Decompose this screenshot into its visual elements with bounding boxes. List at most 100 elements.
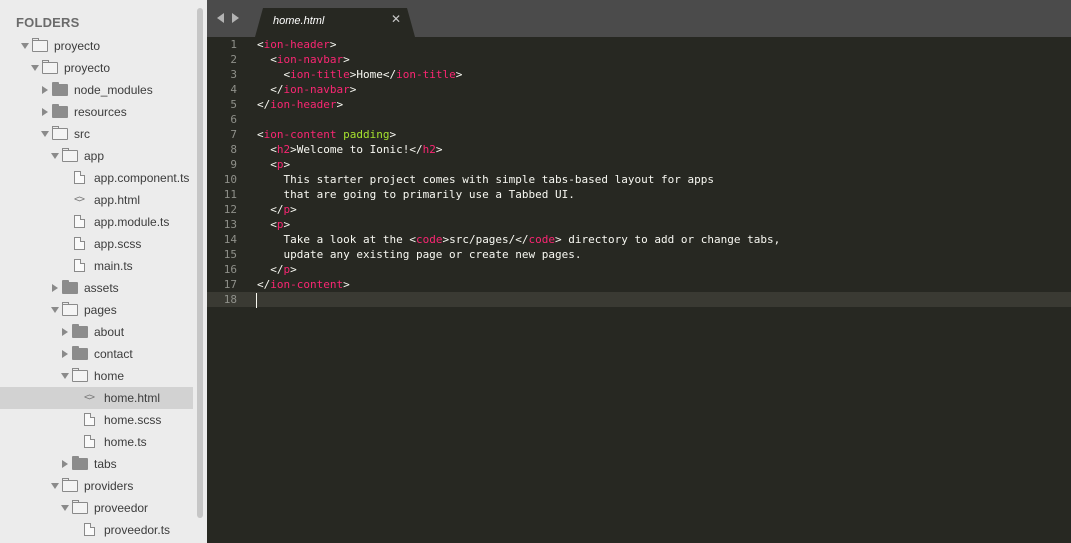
tree-folder-tabs[interactable]: tabs (0, 453, 193, 475)
code-text: > (290, 263, 297, 276)
folder-open-icon (32, 38, 48, 52)
tree-file-proveedor-ts[interactable]: proveedor.ts (0, 519, 193, 541)
tree-item-label: src (74, 127, 90, 141)
file-icon (74, 215, 85, 228)
code-line[interactable]: 18 (207, 292, 1071, 307)
tree-item-label: app.module.ts (94, 215, 170, 229)
html-tag-name: p (276, 158, 284, 171)
chevron-down-icon[interactable] (60, 497, 70, 519)
tree-folder-home[interactable]: home (0, 365, 193, 387)
html-tag-name: ion-navbar (283, 83, 350, 96)
code-line[interactable]: 10 This starter project comes with simpl… (207, 172, 1071, 187)
code-line[interactable]: 13 <p> (207, 217, 1071, 232)
tree-folder-pages[interactable]: pages (0, 299, 193, 321)
chevron-right-icon[interactable] (60, 453, 70, 475)
code-line[interactable]: 15 update any existing page or create ne… (207, 247, 1071, 262)
tree-folder-assets[interactable]: assets (0, 277, 193, 299)
tree-folder-app[interactable]: app (0, 145, 193, 167)
chevron-down-icon[interactable] (40, 123, 50, 145)
tree-folder-about[interactable]: about (0, 321, 193, 343)
file-icon (74, 237, 85, 250)
code-text: < (257, 158, 277, 171)
tab-home-html[interactable]: home.html ✕ (255, 8, 415, 37)
line-number: 18 (223, 293, 237, 306)
tree-file-home-ts[interactable]: home.ts (0, 431, 193, 453)
tree-item-label: proveedor.ts (104, 523, 171, 537)
html-tag-name: ion-content (270, 278, 344, 291)
code-text: > (283, 218, 291, 231)
code-text: > (290, 203, 297, 216)
sidebar-scrollbar[interactable] (197, 8, 203, 518)
tree-file-app-scss[interactable]: app.scss (0, 233, 193, 255)
code-line[interactable]: 17 </ion-content> (207, 277, 1071, 292)
code-text: Take a look at the < (257, 233, 416, 246)
code-text: </ (257, 98, 271, 111)
chevron-down-icon[interactable] (30, 57, 40, 79)
chevron-right-icon[interactable] (60, 343, 70, 365)
code-line[interactable]: 6 (207, 112, 1071, 127)
tree-folder-contact[interactable]: contact (0, 343, 193, 365)
html-tag-name: h2 (276, 143, 291, 156)
code-line[interactable]: 2 <ion-navbar> (207, 52, 1071, 67)
chevron-down-icon[interactable] (20, 35, 30, 57)
tree-folder-proveedor[interactable]: proveedor (0, 497, 193, 519)
line-text: </ion-header> (257, 97, 343, 112)
chevron-right-icon[interactable] (50, 277, 60, 299)
tree-item-label: app (84, 149, 105, 163)
tree-file-home-html[interactable]: <> home.html (0, 387, 193, 409)
code-line[interactable]: 12 </p> (207, 202, 1071, 217)
code-text: </ (257, 278, 271, 291)
code-line[interactable]: 4 </ion-navbar> (207, 82, 1071, 97)
tree-folder-src[interactable]: src (0, 123, 193, 145)
arrow-right-icon[interactable] (232, 13, 239, 23)
code-line[interactable]: 14 Take a look at the <code>src/pages/</… (207, 232, 1071, 247)
chevron-down-icon[interactable] (50, 299, 60, 321)
tree-item-label: app.scss (94, 237, 142, 251)
chevron-down-icon[interactable] (60, 365, 70, 387)
tree-file-app-component-ts[interactable]: app.component.ts (0, 167, 193, 189)
tree-folder-node-modules[interactable]: node_modules (0, 79, 193, 101)
code-line[interactable]: 9 <p> (207, 157, 1071, 172)
tree-file-app-module-ts[interactable]: app.module.ts (0, 211, 193, 233)
code-line[interactable]: 3 <ion-title>Home</ion-title> (207, 67, 1071, 82)
tree-item-label: assets (84, 281, 119, 295)
code-line[interactable]: 7 <ion-content padding> (207, 127, 1071, 142)
tree-folder-providers[interactable]: providers (0, 475, 193, 497)
line-number: 14 (223, 233, 237, 246)
chevron-right-icon[interactable] (40, 79, 50, 101)
code-line[interactable]: 5 </ion-header> (207, 97, 1071, 112)
tree-item-label: main.ts (94, 259, 133, 273)
tree-folder-proyecto[interactable]: proyecto (0, 35, 193, 57)
folder-open-icon (62, 478, 78, 492)
tree-file-app-html[interactable]: <> app.html (0, 189, 193, 211)
tree-folder-resources[interactable]: resources (0, 101, 193, 123)
tree-file-home-scss[interactable]: home.scss (0, 409, 193, 431)
line-text: <ion-navbar> (257, 52, 350, 67)
code-area[interactable]: 1 <ion-header> 2 <ion-navbar> 3 <ion-title>… (207, 37, 1071, 543)
file-icon (74, 259, 85, 272)
tree-file-main-ts[interactable]: main.ts (0, 255, 193, 277)
arrow-left-icon[interactable] (217, 13, 224, 23)
file-icon (84, 413, 95, 426)
code-text: < (257, 143, 277, 156)
html-tag-name: ion-navbar (276, 53, 344, 66)
line-number: 1 (230, 38, 237, 51)
chevron-right-icon[interactable] (60, 321, 70, 343)
folder-open-icon (62, 302, 78, 316)
tree-folder-proyecto[interactable]: proyecto (0, 57, 193, 79)
code-text: </ (257, 203, 284, 216)
sidebar: FOLDERS proyecto proyecto node_modules reso… (0, 0, 207, 543)
close-icon[interactable]: ✕ (391, 12, 401, 26)
code-line[interactable]: 8 <h2>Welcome to Ionic!</h2> (207, 142, 1071, 157)
chevron-right-icon[interactable] (40, 101, 50, 123)
chevron-down-icon[interactable] (50, 475, 60, 497)
code-text: >Welcome to Ionic!</ (290, 143, 423, 156)
code-text: < (257, 38, 264, 51)
code-text: </ (257, 83, 284, 96)
line-number: 10 (223, 173, 237, 186)
code-line[interactable]: 16 </p> (207, 262, 1071, 277)
chevron-down-icon[interactable] (50, 145, 60, 167)
html-tag-name: code (528, 233, 556, 246)
code-line[interactable]: 11 that are going to primarily use a Tab… (207, 187, 1071, 202)
code-line[interactable]: 1 <ion-header> (207, 37, 1071, 52)
